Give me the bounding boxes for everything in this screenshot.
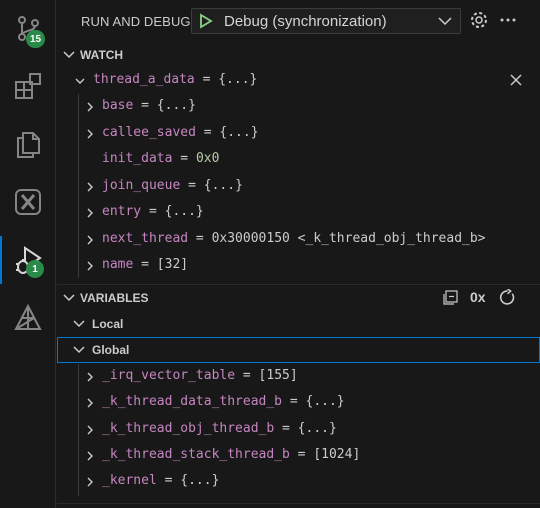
global-var-row[interactable]: _kernel = {...} [57,469,540,495]
watch-root-row[interactable]: thread_a_data = {...} [57,68,540,94]
watch-child-row[interactable]: init_data = 0x0 [57,147,540,173]
var-value: [32] [156,257,189,272]
watch-section-header[interactable]: WATCH [57,42,540,68]
watch-child-row[interactable]: entry = {...} [57,200,540,226]
scope-local[interactable]: Local [57,311,540,337]
debug-config-select[interactable]: Debug (synchronization) [191,8,461,34]
config-label: Debug (synchronization) [224,13,387,30]
chevron-right-icon [87,235,93,245]
watch-child-row[interactable]: base = {...} [57,94,540,120]
scope-global[interactable]: Global [57,337,540,363]
var-name: name [102,257,134,272]
var-value: 0x30000150 <_k_thread_obj_thread_b> [211,231,486,246]
collapse-all-icon[interactable] [442,290,458,306]
debug-badge: 1 [26,260,44,278]
chevron-down-icon [63,294,75,302]
chevron-down-icon [73,346,85,354]
copy-icon [17,132,40,158]
var-name: _k_thread_data_thread_b [102,394,283,409]
chevron-down-icon [73,320,85,328]
chevron-down-icon [75,78,85,84]
var-value: {...} [219,125,259,140]
chevron-right-icon [87,398,93,408]
var-value: {...} [203,178,243,193]
activity-source-control[interactable]: 15 [0,0,56,56]
activity-bar: 15 1 [0,0,56,508]
var-value: [1024] [313,447,361,462]
variables-section-header[interactable]: VARIABLES 0x [57,285,540,311]
activity-run-debug[interactable]: 1 [0,232,56,288]
watch-child-row[interactable]: next_thread = 0x30000150 <_k_thread_obj_… [57,227,540,253]
var-name: join_queue [102,178,181,193]
close-icon[interactable] [510,74,522,86]
var-name: _kernel [102,473,157,488]
var-value: {...} [156,98,196,113]
var-name: _k_thread_stack_thread_b [102,447,290,462]
play-icon[interactable] [198,13,214,29]
triangle-tool-icon [14,303,42,330]
global-var-row[interactable]: _k_thread_data_thread_b = {...} [57,390,540,416]
watch-child-row[interactable]: name = [32] [57,253,540,279]
chevron-right-icon [87,451,93,461]
scope-label: Local [92,317,124,331]
section-divider [57,503,540,504]
global-var-row[interactable]: _k_thread_stack_thread_b = [1024] [57,443,540,469]
panel-title: RUN AND DEBUG [81,14,191,29]
var-name: next_thread [102,231,189,246]
var-name: init_data [102,151,173,166]
scm-badge: 15 [26,30,46,48]
watch-child-row[interactable]: join_queue = {...} [57,174,540,200]
var-value: [155] [258,368,298,383]
activity-x-extension[interactable] [0,174,56,230]
variables-header: VARIABLES [80,291,149,305]
chevron-right-icon [87,129,93,139]
explorer-icon [15,73,41,99]
hex-format-toggle[interactable]: 0x [470,289,486,305]
watch-header: WATCH [80,48,124,62]
chevron-right-icon [87,102,93,112]
vscode-window: 15 1 RUN AND DEBUG Debug (synchronizatio… [0,0,540,508]
watch-root-value: {...} [218,72,258,87]
chevron-down-icon [63,51,75,59]
var-value: {...} [305,394,345,409]
global-var-row[interactable]: _irq_vector_table = [155] [57,364,540,390]
debug-toolbar: RUN AND DEBUG Debug (synchronization) [57,0,540,42]
activity-copy[interactable] [0,116,56,172]
chevron-down-icon [438,17,452,26]
var-name: _k_thread_obj_thread_b [102,421,275,436]
chevron-right-icon [87,372,93,382]
var-value: {...} [297,421,337,436]
chevron-right-icon [87,425,93,435]
var-name: callee_saved [102,125,196,140]
watch-root-name: thread_a_data [93,72,195,87]
watch-child-row[interactable]: callee_saved = {...} [57,121,540,147]
var-value: {...} [180,473,220,488]
chevron-right-icon [87,261,93,271]
chevron-right-icon [87,208,93,218]
var-name: _irq_vector_table [102,368,236,383]
refresh-icon[interactable] [499,289,516,306]
var-name: base [102,98,134,113]
scope-label: Global [92,343,130,357]
activity-triangle-tool[interactable] [0,290,56,346]
chevron-right-icon [87,477,93,487]
var-name: entry [102,204,142,219]
gear-icon[interactable] [469,10,489,30]
var-value: 0x0 [195,151,220,166]
global-var-row[interactable]: _k_thread_obj_thread_b = {...} [57,417,540,443]
debug-side-panel: RUN AND DEBUG Debug (synchronization) WA… [57,0,540,508]
more-icon[interactable] [498,10,518,30]
chevron-right-icon [87,182,93,192]
var-value: {...} [164,204,204,219]
x-extension-icon [15,189,41,215]
activity-explorer[interactable] [0,58,56,114]
